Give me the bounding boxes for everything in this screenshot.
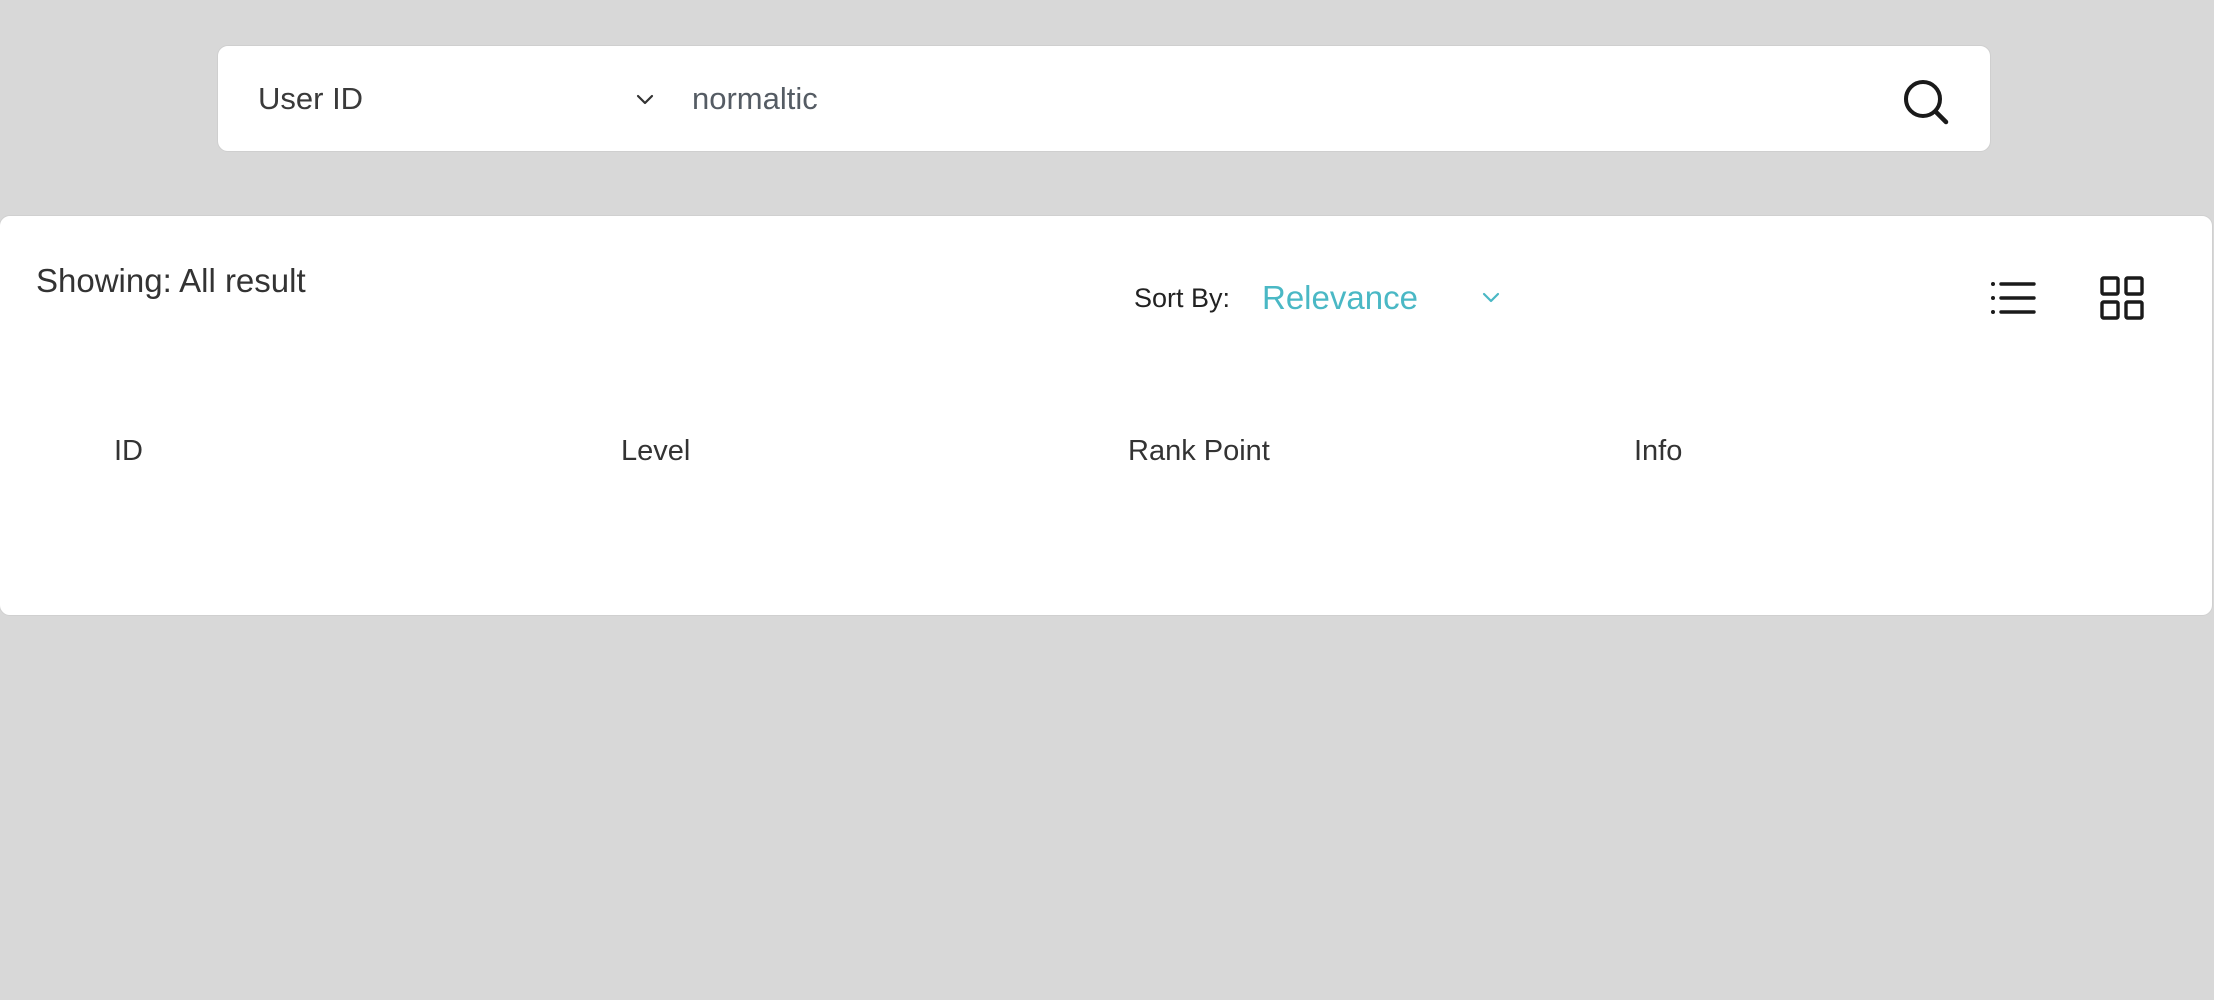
grid-view-icon[interactable] (2100, 276, 2144, 320)
list-view-icon[interactable] (1990, 278, 2036, 318)
column-header-info: Info (1634, 435, 1683, 467)
results-panel: Showing: All result Sort By: Relevance I… (0, 215, 2213, 616)
column-header-id: ID (114, 435, 143, 467)
column-header-rank-point: Rank Point (1128, 435, 1270, 467)
search-input[interactable] (692, 72, 1792, 126)
search-field-dropdown[interactable]: User ID (218, 46, 668, 151)
sort-selected-value: Relevance (1262, 279, 1418, 316)
chevron-down-icon (1482, 292, 1500, 303)
search-field-selected-label: User ID (258, 81, 364, 116)
search-bar: User ID (217, 45, 1991, 152)
showing-results-label: Showing: All result (36, 262, 306, 299)
chevron-down-icon (636, 94, 654, 105)
sort-dropdown[interactable]: Relevance (1262, 274, 1512, 324)
search-icon[interactable] (1898, 74, 1954, 130)
column-header-level: Level (621, 435, 691, 467)
results-table-header: ID Level Rank Point Info (0, 434, 2212, 474)
sort-by-label: Sort By: (1134, 283, 1231, 313)
